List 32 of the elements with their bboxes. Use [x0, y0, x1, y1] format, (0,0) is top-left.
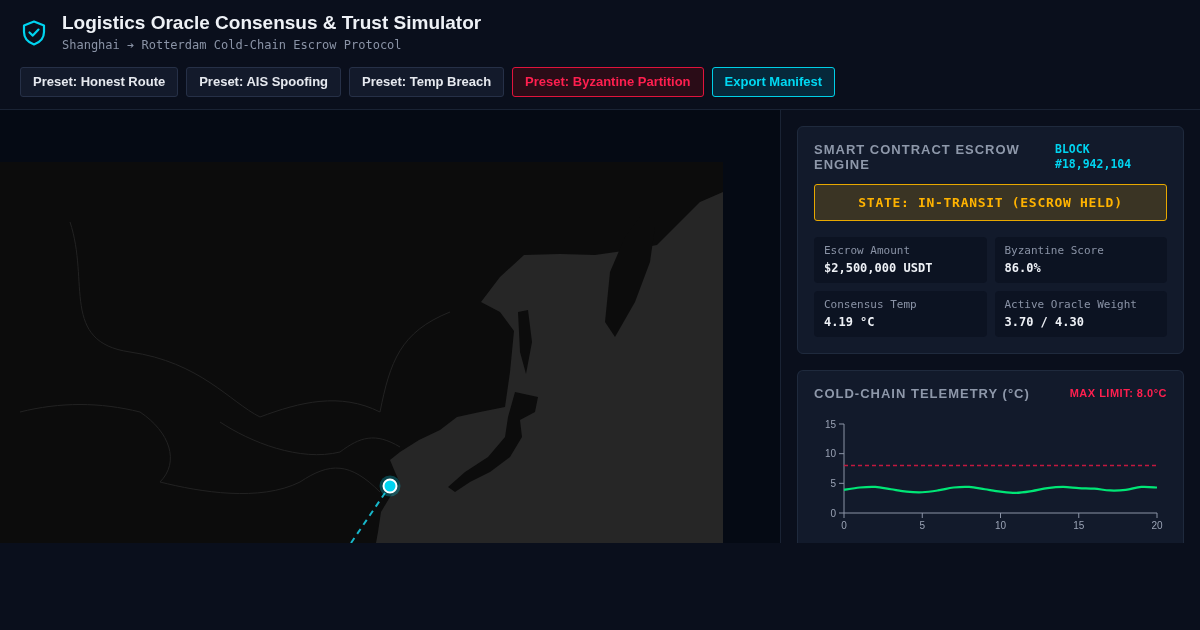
escrow-state-banner: STATE: IN-TRANSIT (ESCROW HELD): [814, 184, 1167, 221]
axis-tick-label: 15: [824, 418, 836, 430]
axis-tick-label: 15: [1073, 520, 1085, 531]
axis-tick-label: 5: [830, 477, 836, 489]
preset-button[interactable]: Preset: Temp Breach: [349, 67, 505, 97]
block-number: BLOCK #18,942,104: [1055, 142, 1133, 172]
axis-tick-label: 10: [994, 520, 1007, 531]
metric-label: Consensus Temp: [824, 298, 918, 312]
axis-tick-label: 5: [919, 520, 926, 531]
app-subtitle: Shanghai ➔ Rotterdam Cold-Chain Escrow Protocol: [62, 37, 403, 53]
max-limit-label: MAX LIMIT: 8.0°C: [1069, 386, 1167, 401]
app-title: Logistics Oracle Consensus & Trust Simulator: [62, 12, 482, 34]
metric-value: $2,500,000 USDT: [824, 260, 934, 276]
route-line: [350, 492, 386, 543]
preset-button[interactable]: Preset: AIS Spoofing: [186, 67, 341, 97]
panel-title: COLD-CHAIN TELEMETRY (°C): [814, 386, 1030, 401]
preset-button[interactable]: Preset: Honest Route: [20, 67, 179, 97]
axis-tick-label: 10: [824, 448, 836, 460]
axis-tick-label: 0: [830, 507, 836, 519]
panel-title: SMART CONTRACT ESCROW ENGINE: [814, 142, 1021, 172]
axis-tick-label: 0: [841, 520, 847, 531]
metric-value: 86.0%: [1004, 260, 1042, 276]
export-button[interactable]: Export Manifest: [711, 67, 836, 97]
metric-value: 4.19 °C: [824, 314, 876, 330]
shield-check-icon: [22, 19, 46, 46]
metric-value: 3.70 / 4.30: [1004, 314, 1085, 330]
metric-label: Byzantine Score: [1004, 244, 1105, 258]
metric-label: Escrow Amount: [824, 244, 912, 258]
metric-label: Active Oracle Weight: [1004, 298, 1138, 312]
location-marker-icon: [379, 475, 401, 497]
preset-button[interactable]: Preset: Byzantine Partition: [512, 67, 704, 97]
axis-tick-label: 20: [1151, 520, 1163, 531]
